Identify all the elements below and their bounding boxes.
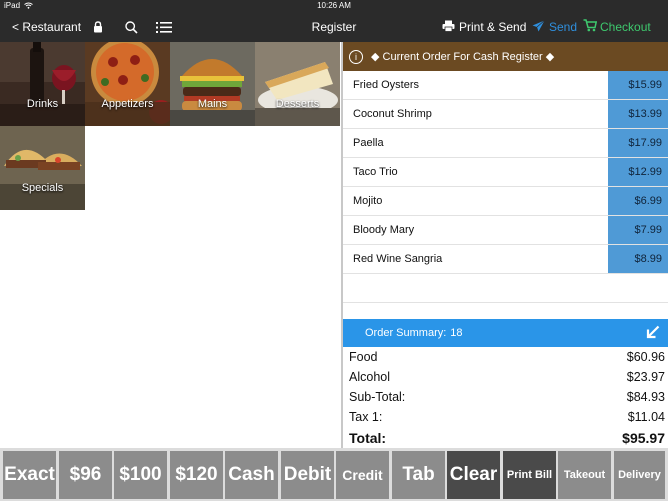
amount-120-button[interactable]: $120: [170, 451, 223, 499]
item-name: Red Wine Sangria: [353, 253, 443, 265]
payment-button-bar: Exact $96 $100 $120 Cash Debit Credit Ta…: [0, 448, 668, 501]
summary-food-label: Food: [349, 350, 378, 364]
lock-icon[interactable]: [93, 12, 103, 42]
category-label: Appetizers: [101, 98, 154, 110]
summary-food-value: $60.96: [626, 350, 665, 364]
back-button[interactable]: < Restaurant: [12, 12, 81, 42]
item-name: Coconut Shrimp: [353, 108, 432, 120]
nav-bar: < Restaurant Register Print & Send Send …: [0, 12, 668, 42]
info-icon[interactable]: i: [349, 49, 363, 64]
cart-icon: [583, 19, 598, 35]
order-summary-bar[interactable]: Order Summary: 18: [343, 319, 668, 347]
order-item-row[interactable]: Coconut Shrimp $13.99: [343, 100, 668, 129]
category-label: Desserts: [275, 98, 320, 110]
summary-food-row: Food $60.96: [349, 347, 665, 367]
cheesecake-photo-icon: [255, 42, 340, 126]
item-name: Mojito: [353, 195, 383, 207]
tab-button[interactable]: Tab: [392, 451, 445, 499]
summary-subtotal-label: Sub-Total:: [349, 390, 406, 404]
delivery-button[interactable]: Delivery: [614, 451, 665, 499]
send-button[interactable]: Send: [532, 12, 577, 42]
summary-total-value: $95.97: [622, 430, 665, 446]
category-tile-mains[interactable]: Mains: [170, 42, 255, 126]
category-label: Drinks: [26, 98, 59, 110]
summary-tax-row: Tax 1: $11.04: [349, 407, 665, 427]
checkout-button[interactable]: Checkout: [583, 12, 651, 42]
print-send-label: Print & Send: [459, 20, 527, 34]
summary-total-row: Total: $95.97: [349, 427, 665, 447]
category-tile-desserts[interactable]: Desserts: [255, 42, 340, 126]
order-item-row[interactable]: Bloody Mary $7.99: [343, 216, 668, 245]
empty-order-row: [343, 274, 668, 303]
summary-tax-label: Tax 1:: [349, 410, 383, 424]
category-tile-drinks[interactable]: Drinks: [0, 42, 85, 126]
summary-tax-value: $11.04: [627, 410, 665, 424]
item-name: Bloody Mary: [353, 224, 415, 236]
order-summary-label: Order Summary:: [365, 327, 447, 339]
search-icon[interactable]: [125, 12, 138, 42]
summary-alcohol-value: $23.97: [626, 370, 665, 384]
item-price[interactable]: $8.99: [608, 245, 668, 273]
printer-icon: [442, 20, 455, 35]
summary-subtotal-value: $84.93: [626, 390, 665, 404]
burger-photo-icon: [170, 42, 255, 126]
takeout-button[interactable]: Takeout: [558, 451, 611, 499]
summary-alcohol-label: Alcohol: [349, 370, 390, 384]
category-label: Mains: [197, 98, 228, 110]
summary-total-label: Total:: [349, 430, 387, 446]
summary-subtotal-row: Sub-Total: $84.93: [349, 387, 665, 407]
collapse-arrow-icon[interactable]: [646, 325, 660, 342]
item-name: Fried Oysters: [353, 79, 420, 91]
status-bar: iPad 10:26 AM: [0, 0, 668, 12]
checkout-label: Checkout: [600, 20, 651, 34]
paper-plane-icon: [532, 19, 545, 35]
print-send-button[interactable]: Print & Send: [442, 12, 526, 42]
print-bill-button[interactable]: Print Bill: [503, 451, 556, 499]
item-price[interactable]: $12.99: [608, 158, 668, 186]
item-price[interactable]: $13.99: [608, 100, 668, 128]
amount-96-button[interactable]: $96: [59, 451, 112, 499]
debit-button[interactable]: Debit: [281, 451, 334, 499]
item-price[interactable]: $6.99: [608, 187, 668, 215]
status-time: 10:26 AM: [317, 1, 351, 10]
amount-100-button[interactable]: $100: [114, 451, 167, 499]
order-item-row[interactable]: Red Wine Sangria $8.99: [343, 245, 668, 274]
category-grid: Drinks Appetizers Mains Desserts Special…: [0, 42, 342, 448]
category-tile-appetizers[interactable]: Appetizers: [85, 42, 170, 126]
tacos-photo-icon: [0, 126, 85, 210]
wine-glass-photo-icon: [0, 42, 85, 126]
credit-button[interactable]: Credit: [336, 451, 389, 499]
cash-button[interactable]: Cash: [225, 451, 278, 499]
order-item-row[interactable]: Mojito $6.99: [343, 187, 668, 216]
order-header-title: ◆ Current Order For Cash Register ◆: [371, 51, 555, 63]
order-item-row[interactable]: Taco Trio $12.99: [343, 158, 668, 187]
category-label: Specials: [21, 182, 64, 194]
send-label: Send: [549, 20, 578, 34]
order-item-row[interactable]: Fried Oysters $15.99: [343, 71, 668, 100]
exact-button[interactable]: Exact: [3, 451, 56, 499]
order-item-row[interactable]: Paella $17.99: [343, 129, 668, 158]
item-name: Taco Trio: [353, 166, 398, 178]
item-price[interactable]: $17.99: [608, 129, 668, 157]
item-name: Paella: [353, 137, 384, 149]
order-header: i ◆ Current Order For Cash Register ◆: [343, 42, 668, 71]
order-summary-count: 18: [450, 327, 463, 339]
clear-button[interactable]: Clear: [447, 451, 500, 499]
list-icon[interactable]: [156, 12, 172, 42]
item-price[interactable]: $7.99: [608, 216, 668, 244]
pizza-photo-icon: [85, 42, 170, 126]
order-panel: i ◆ Current Order For Cash Register ◆ Fr…: [342, 42, 668, 448]
summary-alcohol-row: Alcohol $23.97: [349, 367, 665, 387]
category-tile-specials[interactable]: Specials: [0, 126, 85, 210]
item-price[interactable]: $15.99: [608, 71, 668, 99]
